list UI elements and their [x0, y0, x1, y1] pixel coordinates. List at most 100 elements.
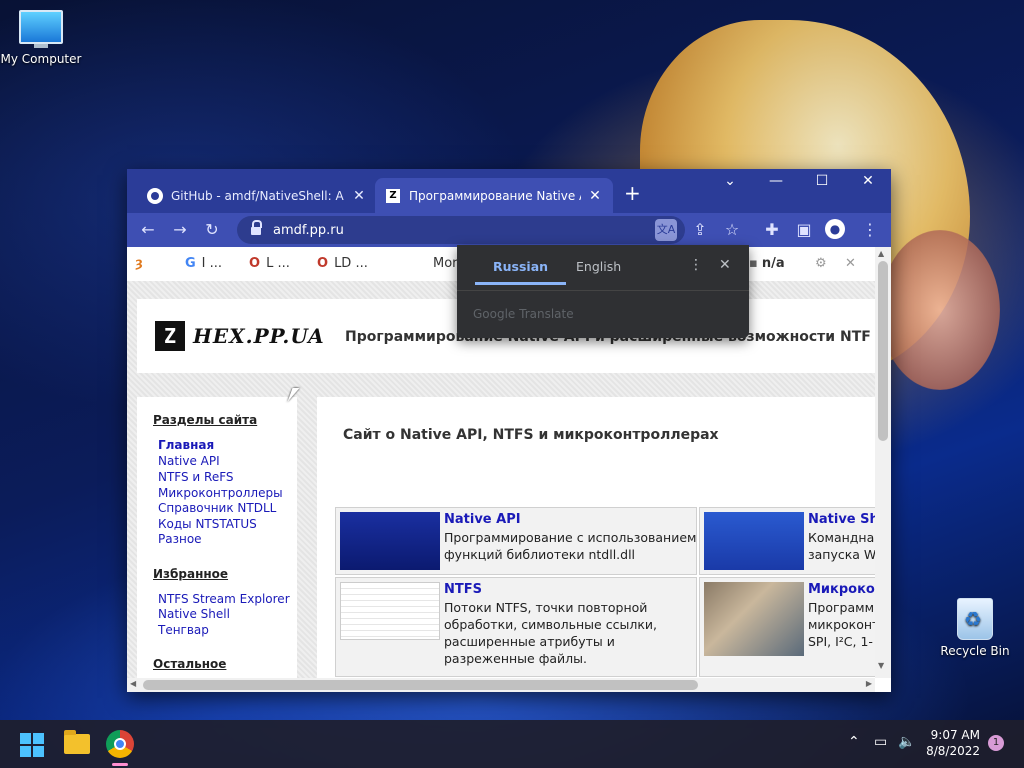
sidebar-link[interactable]: NTFS Stream Explorer [158, 592, 290, 607]
desktop-icon-recycle-bin[interactable]: Recycle Bin [934, 598, 1016, 658]
reload-icon[interactable]: ↻ [201, 220, 223, 239]
tab-search-icon[interactable]: ⌄ [715, 173, 745, 189]
close-tab-icon[interactable]: ✕ [587, 188, 603, 204]
sidebar-link[interactable]: Тенгвар [158, 623, 209, 638]
menu-kebab-icon[interactable]: ⋮ [859, 220, 881, 239]
card-title[interactable]: Native She [808, 512, 875, 527]
bookmark-label: n/a [761, 256, 785, 271]
system-clock[interactable]: 9:07 AM 8/8/2022 [924, 727, 980, 759]
computer-icon [19, 10, 63, 48]
card-ntfs[interactable]: NTFS Потоки NTFS, точки повторной обрабо… [335, 577, 697, 677]
address-text: amdf.pp.ru [273, 222, 344, 238]
gear-icon[interactable]: ⚙ [815, 256, 827, 271]
maximize-button[interactable]: ☐ [807, 173, 837, 189]
bookmark-more[interactable]: Mor [433, 256, 458, 271]
scroll-down-icon[interactable]: ▼ [878, 661, 884, 670]
sidebar-link[interactable]: Микроконтроллеры [158, 486, 283, 501]
desktop-icon-label: My Computer [0, 52, 82, 66]
tab-github[interactable]: GitHub - amdf/NativeShell: A she ✕ [137, 178, 377, 213]
translate-icon[interactable]: 文A [655, 219, 677, 241]
network-icon[interactable]: ▭ [874, 734, 887, 750]
bookmark-item[interactable]: ▪ n/a [749, 256, 785, 271]
close-tab-icon[interactable]: ✕ [351, 188, 367, 204]
tab-title: Программирование Native API [409, 188, 581, 203]
sidebar-heading: Избранное [153, 567, 229, 581]
site-favicon-icon: Z [385, 188, 401, 204]
bookmark-item[interactable]: G I ... [185, 256, 222, 271]
address-bar[interactable]: amdf.pp.ru [237, 216, 685, 244]
sidebar-link[interactable]: Разное [158, 532, 202, 547]
sidebar-heading: Разделы сайта [153, 413, 258, 427]
show-hidden-icons-icon[interactable]: ⌃ [848, 734, 860, 750]
scroll-right-icon[interactable]: ▶ [866, 679, 872, 688]
card-title[interactable]: Микрокон [808, 582, 875, 597]
site-logo[interactable]: Z HEX.PP.UA [155, 321, 325, 351]
lock-icon[interactable] [251, 220, 262, 236]
chrome-icon[interactable] [106, 730, 134, 758]
notification-badge[interactable]: 1 [988, 735, 1004, 751]
main-title: Сайт о Native API, NTFS и микроконтролле… [343, 427, 719, 443]
volume-icon[interactable]: 🔈 [898, 734, 915, 750]
translate-popup: Russian English ⋮ ✕ Google Translate [457, 245, 749, 338]
toolbar: ← → ↻ amdf.pp.ru 文A ⇪ ☆ ✚ ▣ ● ⋮ [127, 213, 891, 247]
divider [457, 290, 749, 291]
start-button[interactable] [20, 733, 44, 757]
language-tab-russian[interactable]: Russian [475, 259, 567, 285]
bookmark-item[interactable]: O L ... [249, 256, 290, 271]
card-description: Командная запуска Wi [808, 530, 875, 562]
forward-icon[interactable]: → [169, 220, 191, 239]
taskbar: ⌃ ▭ 🔈 9:07 AM 8/8/2022 1 [0, 720, 1024, 768]
bookmark-logo-icon[interactable]: ȝ [135, 256, 143, 271]
bookmark-label: LD ... [334, 256, 368, 271]
logo-text: HEX.PP.UA [193, 324, 325, 348]
vertical-scrollbar[interactable]: ▲ ▼ [875, 247, 891, 678]
profile-avatar-icon[interactable]: ● [825, 219, 847, 239]
tab-title: GitHub - amdf/NativeShell: A she [171, 188, 345, 203]
recycle-bin-icon [957, 598, 993, 640]
sidebar-link[interactable]: Коды NTSTATUS [158, 517, 257, 532]
minimize-button[interactable]: — [761, 173, 791, 189]
card-native-api[interactable]: Native API Программирование с использова… [335, 507, 697, 575]
scroll-left-icon[interactable]: ◀ [130, 679, 136, 688]
scrollbar-thumb[interactable] [878, 261, 888, 441]
card-title[interactable]: NTFS [444, 582, 482, 597]
card-description: Программи микроконт SPI, I²C, 1- [808, 600, 875, 649]
close-window-button[interactable]: ✕ [853, 173, 883, 189]
card-native-shell[interactable]: Native She Командная запуска Wi [699, 507, 875, 575]
sidebar-link[interactable]: NTFS и ReFS [158, 470, 234, 485]
share-icon[interactable]: ⇪ [689, 220, 711, 239]
extensions-icon[interactable]: ✚ [761, 220, 783, 239]
translate-close-icon[interactable]: ✕ [719, 257, 731, 273]
main-content: Сайт о Native API, NTFS и микроконтролле… [317, 397, 875, 678]
new-tab-button[interactable]: + [624, 181, 641, 205]
bookmark-item[interactable]: O LD ... [317, 256, 368, 271]
bookmark-star-icon[interactable]: ☆ [721, 220, 743, 239]
circle-icon: O [317, 256, 329, 271]
sidebar-heading: Остальное [153, 657, 227, 671]
sidebar-link[interactable]: Главная [158, 438, 214, 453]
scroll-up-icon[interactable]: ▲ [878, 249, 884, 258]
sidebar-link[interactable]: Native Shell [158, 607, 230, 622]
google-translate-label: Google Translate [473, 307, 574, 321]
close-icon[interactable]: ✕ [845, 256, 856, 271]
file-explorer-icon[interactable] [64, 730, 90, 754]
horizontal-scrollbar[interactable]: ◀ ▶ [127, 678, 875, 692]
clock-date: 8/8/2022 [926, 744, 980, 758]
scrollbar-thumb[interactable] [143, 680, 698, 690]
card-microcontrollers[interactable]: Микрокон Программи микроконт SPI, I²C, 1… [699, 577, 875, 677]
back-icon[interactable]: ← [137, 220, 159, 239]
bookmark-label: L ... [266, 256, 290, 271]
wallpaper-anime-face [880, 230, 1000, 390]
sidebar-link[interactable]: Native API [158, 454, 220, 469]
translate-menu-icon[interactable]: ⋮ [689, 257, 703, 273]
sidebar-link[interactable]: Справочник NTDLL [158, 501, 276, 516]
tab-strip: GitHub - amdf/NativeShell: A she ✕ Z Про… [127, 169, 891, 213]
card-title[interactable]: Native API [444, 512, 521, 527]
native-api-thumbnail [340, 512, 440, 570]
side-panel-icon[interactable]: ▣ [793, 220, 815, 239]
language-tab-english[interactable]: English [576, 259, 621, 274]
google-icon: G [185, 256, 196, 271]
tab-native-api[interactable]: Z Программирование Native API ✕ [375, 178, 613, 213]
bookmark-label: I ... [201, 256, 223, 271]
desktop-icon-my-computer[interactable]: My Computer [0, 10, 82, 66]
